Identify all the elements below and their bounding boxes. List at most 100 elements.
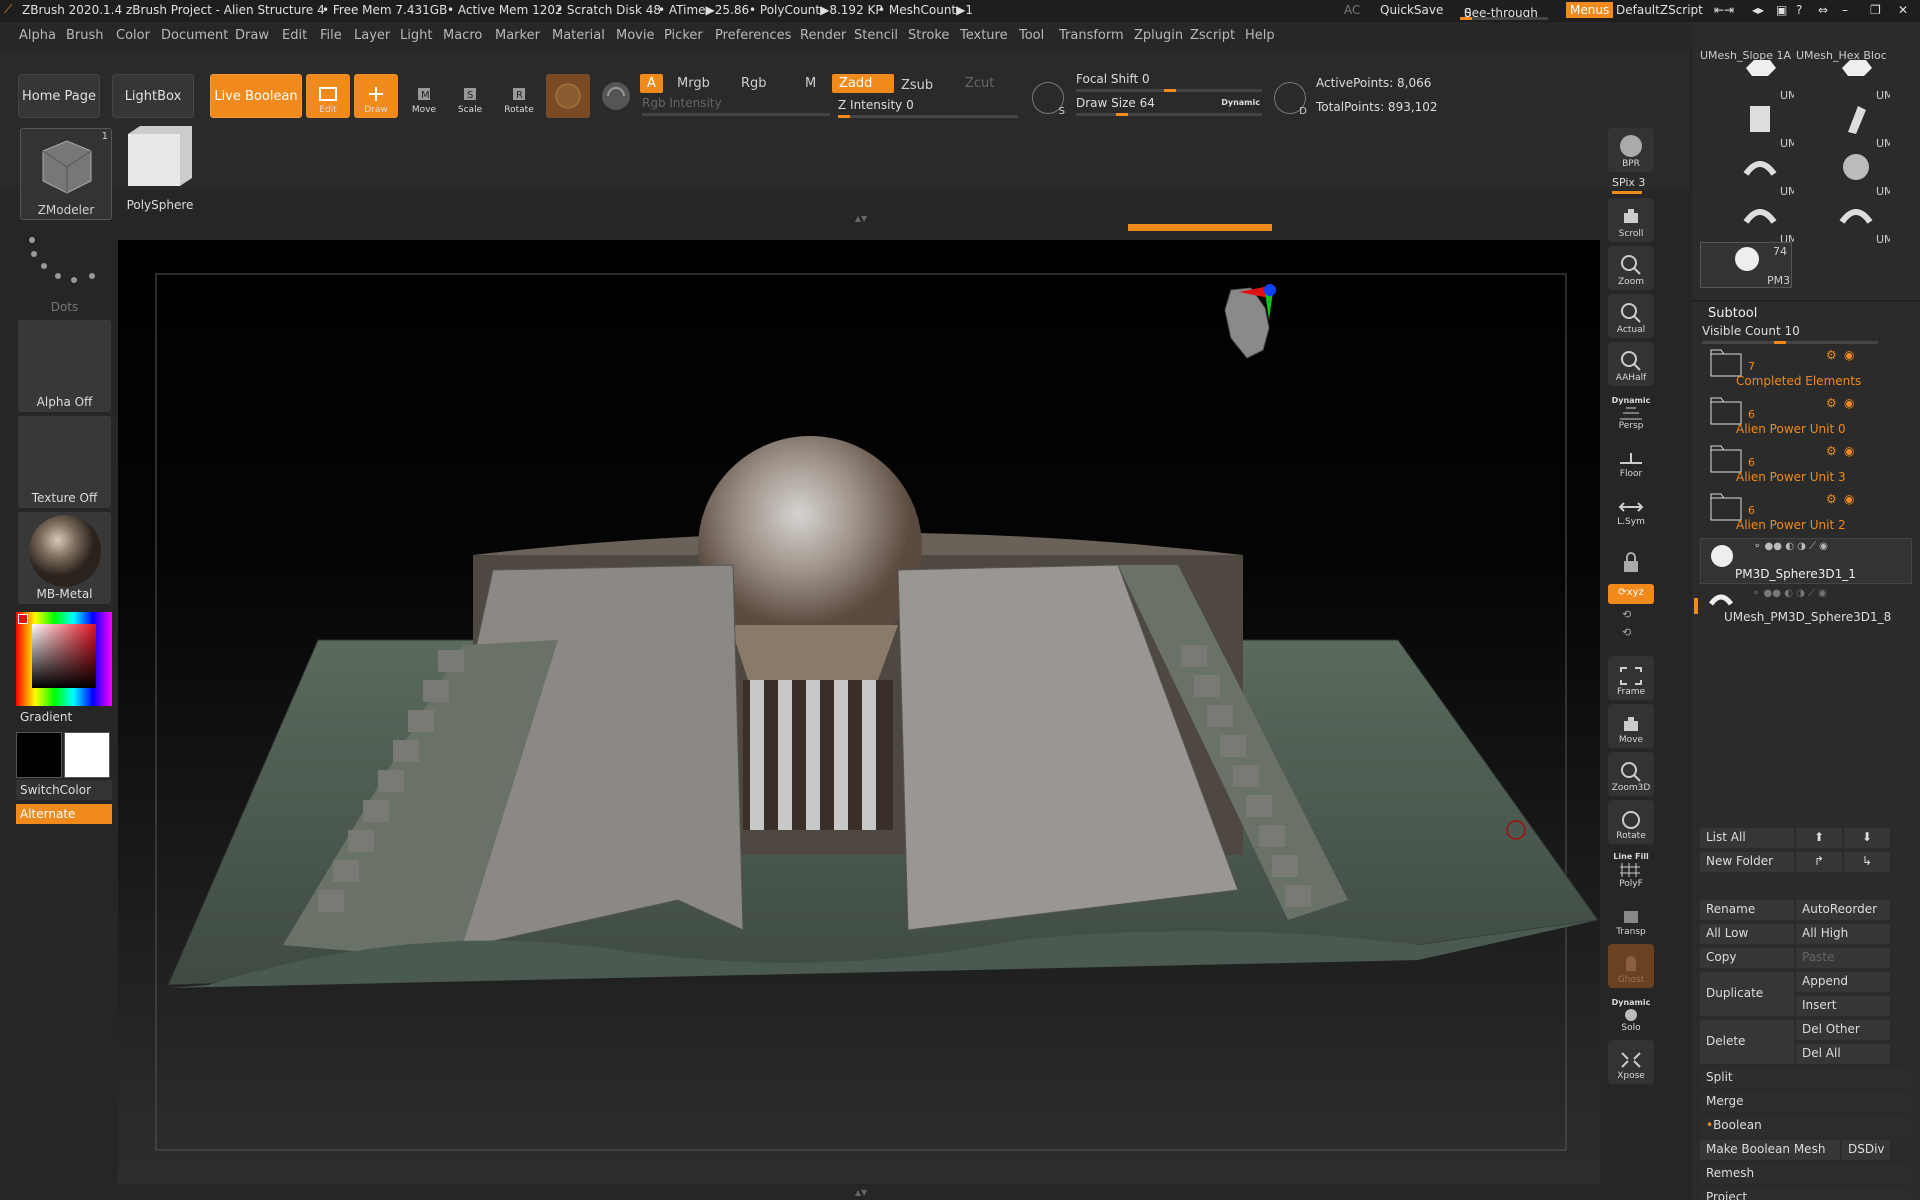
layout-arrows-icon[interactable]: ⇤⇥: [1714, 3, 1734, 17]
del-other-button[interactable]: Del Other: [1796, 1020, 1890, 1040]
zsub-toggle[interactable]: Zsub: [894, 76, 940, 95]
secondary-color[interactable]: [16, 732, 62, 778]
menu-item[interactable]: Tool: [1019, 28, 1044, 43]
dynamic-toggle[interactable]: Dynamic: [1221, 98, 1260, 107]
rotate-z-icon[interactable]: ⟲: [1622, 626, 1631, 639]
tool-thumb[interactable]: UMesh_PM3D_S: [1700, 152, 1794, 198]
focal-shift-slider[interactable]: Focal Shift 0: [1076, 72, 1262, 92]
floor-button[interactable]: Floor: [1608, 438, 1654, 482]
texture-selector[interactable]: Texture Off: [18, 416, 111, 508]
z-intensity-slider[interactable]: Z Intensity 0: [838, 98, 1018, 118]
spix-slider[interactable]: SPix 3: [1612, 176, 1645, 189]
window-layout-icon[interactable]: ▣: [1776, 3, 1787, 17]
menu-item[interactable]: Layer: [354, 28, 390, 43]
default-zscript[interactable]: DefaultZScript: [1616, 3, 1703, 17]
zadd-toggle[interactable]: Zadd: [832, 74, 894, 93]
menu-item[interactable]: Stencil: [854, 28, 898, 43]
move-button[interactable]: M Move: [402, 74, 446, 118]
menu-item[interactable]: Render: [800, 28, 846, 43]
draw-button[interactable]: Draw: [354, 74, 398, 118]
alternate-button[interactable]: Alternate: [16, 804, 112, 824]
rotate-view-button[interactable]: Rotate: [1608, 800, 1654, 844]
menu-item[interactable]: Movie: [616, 28, 654, 43]
menu-item[interactable]: Draw: [235, 28, 269, 43]
append-button[interactable]: Append: [1796, 972, 1890, 992]
polysphere-tool[interactable]: PolySphere: [120, 120, 200, 212]
stroke-thumbnail[interactable]: [598, 78, 634, 114]
close-icon[interactable]: ✕: [1898, 3, 1908, 17]
bpr-button[interactable]: BPR: [1608, 128, 1654, 172]
stroke-dots[interactable]: Dots: [18, 224, 111, 316]
folder-visibility-icon[interactable]: ◉: [1844, 444, 1854, 458]
move-down-icon[interactable]: ⬇: [1844, 828, 1890, 848]
polyf-button[interactable]: Line Fill PolyF: [1608, 848, 1654, 892]
zbrush-logo-icon[interactable]: ⟋: [4, 2, 12, 17]
solo-button[interactable]: Dynamic Solo: [1608, 992, 1654, 1036]
tool-thumb[interactable]: UMesh_PM3D_C: [1700, 104, 1794, 150]
draw-size-slider[interactable]: Draw Size 64 Dynamic: [1076, 96, 1262, 116]
scroll-button[interactable]: Scroll: [1608, 198, 1654, 242]
color-picker[interactable]: [16, 612, 112, 706]
mrgb-toggle[interactable]: Mrgb: [670, 74, 717, 93]
folder-visibility-icon[interactable]: ◉: [1844, 396, 1854, 410]
menu-item[interactable]: Zplugin: [1134, 28, 1183, 43]
actual-button[interactable]: Actual: [1608, 294, 1654, 338]
menu-item[interactable]: Alpha: [19, 28, 56, 43]
alien-structure-model[interactable]: [118, 240, 1600, 1184]
s-symmetry-icon[interactable]: S: [1032, 82, 1065, 117]
subtool-folder[interactable]: 7 Completed Elements ⚙ ◉: [1700, 346, 1912, 392]
tool-thumb[interactable]: UMesh_PM3D_S: [1796, 200, 1890, 246]
menu-item[interactable]: Material: [552, 28, 605, 43]
tray-collapse-handle[interactable]: ▲▼: [796, 214, 926, 223]
paste-button[interactable]: Paste: [1796, 948, 1890, 968]
menu-item[interactable]: Edit: [282, 28, 307, 43]
tool-thumb[interactable]: UMesh_PM3D_S: [1700, 200, 1794, 246]
material-selector[interactable]: MB-Metal: [18, 512, 111, 604]
xpose-button[interactable]: Xpose: [1608, 1040, 1654, 1084]
menus-button[interactable]: Menus: [1566, 2, 1614, 18]
boolean-section[interactable]: •Boolean: [1700, 1116, 1910, 1136]
copy-button[interactable]: Copy: [1700, 948, 1794, 968]
delete-button[interactable]: Delete: [1700, 1020, 1794, 1064]
all-high-button[interactable]: All High: [1796, 924, 1890, 944]
rotate-button[interactable]: R Rotate: [496, 74, 542, 118]
move-out-folder-icon[interactable]: ↳: [1844, 852, 1890, 872]
project-section[interactable]: Project: [1700, 1188, 1910, 1200]
visible-count-slider[interactable]: Visible Count 10: [1702, 324, 1878, 344]
ac-toggle[interactable]: AC: [1344, 3, 1360, 17]
menu-item[interactable]: Transform: [1059, 28, 1124, 43]
palette-left-icon[interactable]: ◂▸: [1752, 3, 1764, 17]
quicksave-button[interactable]: QuickSave: [1380, 3, 1443, 17]
subtool-header[interactable]: Subtool: [1708, 306, 1757, 321]
move-to-folder-icon[interactable]: ↱: [1796, 852, 1842, 872]
a-toggle[interactable]: A: [640, 74, 663, 93]
alpha-selector[interactable]: Alpha Off: [18, 320, 111, 412]
lsym-button[interactable]: L.Sym: [1608, 486, 1654, 530]
tool-thumb[interactable]: UMesh_Hex Bloc: [1796, 56, 1890, 102]
bottom-tray-handle[interactable]: ▲▼: [796, 1188, 926, 1197]
gradient-label[interactable]: Gradient: [20, 710, 72, 724]
tool-thumb-selected[interactable]: 74PM3D_Sphere3D: [1700, 242, 1792, 288]
folder-visibility-icon[interactable]: ◉: [1844, 492, 1854, 506]
rotate-y-icon[interactable]: ⟲: [1622, 608, 1631, 621]
insert-button[interactable]: Insert: [1796, 996, 1890, 1016]
xyz-button[interactable]: ⟳xyz: [1608, 584, 1654, 604]
viewport[interactable]: [118, 240, 1600, 1184]
dsdiv-button[interactable]: DSDiv: [1842, 1140, 1890, 1160]
lightbox-button[interactable]: LightBox: [112, 74, 194, 118]
menu-item[interactable]: Picker: [664, 28, 703, 43]
edit-button[interactable]: Edit: [306, 74, 350, 118]
folder-visibility-icon[interactable]: ◉: [1844, 348, 1854, 362]
canvas-area[interactable]: [118, 240, 1600, 1184]
subtool-folder[interactable]: 6 Alien Power Unit 0 ⚙ ◉: [1700, 394, 1912, 440]
zoom3d-button[interactable]: Zoom3D: [1608, 752, 1654, 796]
make-boolean-mesh-button[interactable]: Make Boolean Mesh: [1700, 1140, 1840, 1160]
subtool-item-selected[interactable]: ⚬ ●● ◐ ◑ ⟋ ◉ PM3D_Sphere3D1_1: [1700, 538, 1912, 584]
move-view-button[interactable]: Move: [1608, 704, 1654, 748]
frame-button[interactable]: Frame: [1608, 656, 1654, 700]
menu-item[interactable]: Document: [161, 28, 228, 43]
tool-thumb[interactable]: UMesh_PM3D_S: [1796, 152, 1890, 198]
aahalf-button[interactable]: AAHalf: [1608, 342, 1654, 386]
folder-settings-icon[interactable]: ⚙: [1826, 492, 1837, 506]
duplicate-button[interactable]: Duplicate: [1700, 972, 1794, 1016]
